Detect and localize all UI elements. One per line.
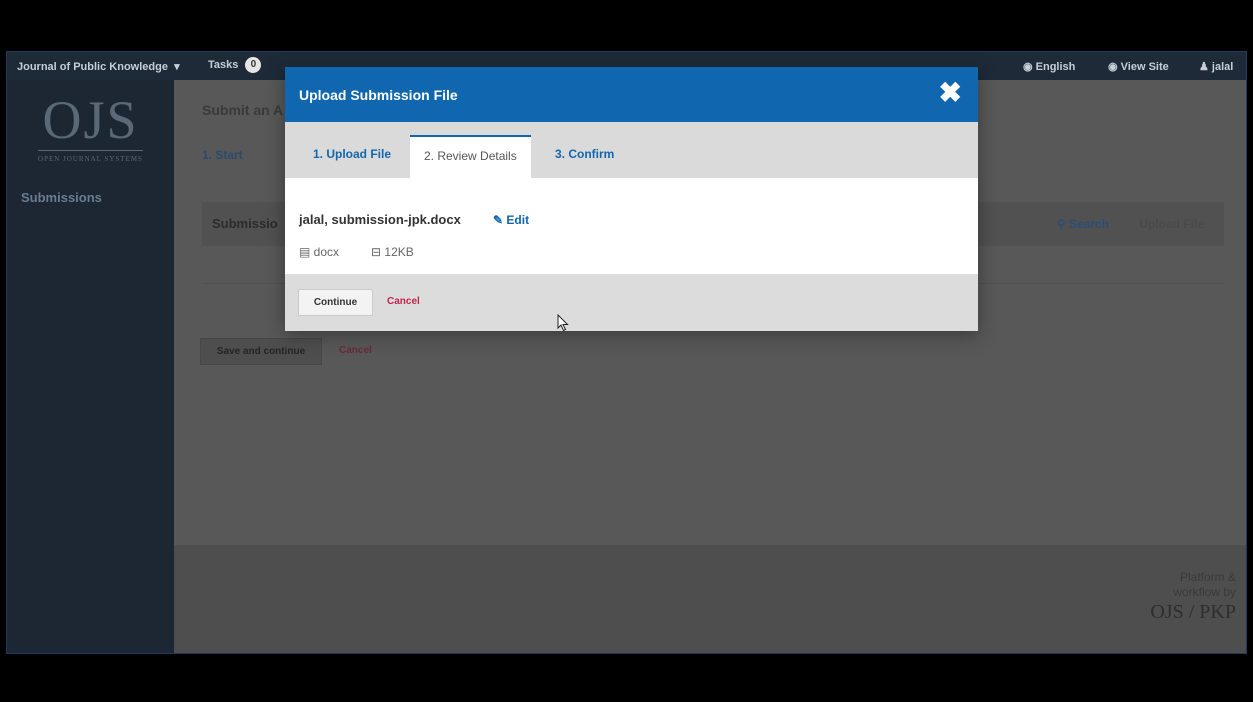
tab-start[interactable]: 1. Start xyxy=(202,148,243,162)
file-size: ⊟ 12KB xyxy=(371,245,414,259)
journal-switcher[interactable]: Journal of Public Knowledge ▾ xyxy=(17,60,180,73)
upload-submission-file-modal: Upload Submission File ✖ 1. Upload File … xyxy=(285,67,978,331)
globe-icon: ◉ xyxy=(1023,61,1036,73)
file-name: jalal, submission-jpk.docx xyxy=(299,212,461,227)
view-site-label: View Site xyxy=(1120,61,1169,73)
page-footer: Platform & workflow by OJS / PKP xyxy=(174,545,1246,653)
chevron-down-icon: ▾ xyxy=(171,61,180,73)
modal-title: Upload Submission File xyxy=(299,87,458,103)
footer-brand-logo: OJS / PKP xyxy=(1150,601,1236,623)
modal-body: jalal, submission-jpk.docx ✎ Edit ▤ docx… xyxy=(285,178,978,274)
sidebar-item-submissions[interactable]: Submissions xyxy=(21,190,102,205)
tasks-count-badge: 0 xyxy=(245,57,262,73)
pencil-icon: ✎ xyxy=(493,213,504,227)
language-label: English xyxy=(1035,61,1076,73)
search-link[interactable]: ⚲ Search xyxy=(1057,217,1109,231)
footer-line-2: workflow by xyxy=(1173,585,1236,599)
search-icon: ⚲ xyxy=(1056,217,1069,231)
panel-title: Submissio xyxy=(212,216,278,231)
tasks-label: Tasks xyxy=(208,58,239,71)
logo-subtitle: OPEN JOURNAL SYSTEMS xyxy=(38,150,143,163)
tab-review-details[interactable]: 2. Review Details xyxy=(410,135,531,178)
app-window: Journal of Public Knowledge ▾ Tasks 0 ◉ … xyxy=(6,51,1247,654)
continue-button[interactable]: Continue xyxy=(298,289,373,316)
pkp-brand[interactable]: Platform & workflow by OJS / PKP xyxy=(1150,570,1236,624)
language-menu[interactable]: ◉ English xyxy=(1023,60,1075,73)
username: jalal xyxy=(1211,61,1234,73)
user-menu[interactable]: ♟ jalal xyxy=(1199,60,1233,73)
edit-label: Edit xyxy=(506,213,530,227)
tab-confirm[interactable]: 3. Confirm xyxy=(555,147,614,161)
save-and-continue-button[interactable]: Save and continue xyxy=(200,338,322,365)
close-icon[interactable]: ✖ xyxy=(939,79,962,107)
modal-footer: Continue Cancel xyxy=(285,274,978,331)
user-icon: ♟ xyxy=(1199,61,1212,73)
logo-text: OJS xyxy=(42,90,139,150)
file-type: ▤ docx xyxy=(299,245,339,259)
tasks-link[interactable]: Tasks 0 xyxy=(208,57,262,73)
tab-upload-file[interactable]: 1. Upload File xyxy=(313,147,391,161)
footer-line-1: Platform & xyxy=(1179,570,1236,584)
sidebar: OJS OPEN JOURNAL SYSTEMS Submissions xyxy=(7,80,174,653)
document-icon: ▤ xyxy=(299,245,314,259)
journal-name: Journal of Public Knowledge xyxy=(17,61,168,73)
hard-drive-icon: ⊟ xyxy=(371,245,385,259)
ojs-logo[interactable]: OJS OPEN JOURNAL SYSTEMS xyxy=(7,92,174,166)
modal-header: Upload Submission File ✖ xyxy=(285,67,978,122)
file-size-label: 12KB xyxy=(384,245,414,259)
modal-cancel-link[interactable]: Cancel xyxy=(387,296,420,307)
file-type-label: docx xyxy=(313,245,340,259)
eye-icon: ◉ xyxy=(1108,61,1121,73)
search-label: Search xyxy=(1068,217,1109,231)
upload-file-link[interactable]: Upload File xyxy=(1139,217,1204,231)
page-title: Submit an A xyxy=(202,102,284,118)
modal-tabs: 1. Upload File 2. Review Details 3. Conf… xyxy=(285,122,978,178)
mouse-cursor-icon xyxy=(557,314,569,332)
view-site-link[interactable]: ◉ View Site xyxy=(1108,60,1169,73)
cancel-link[interactable]: Cancel xyxy=(339,345,372,356)
edit-link[interactable]: ✎ Edit xyxy=(493,213,529,227)
